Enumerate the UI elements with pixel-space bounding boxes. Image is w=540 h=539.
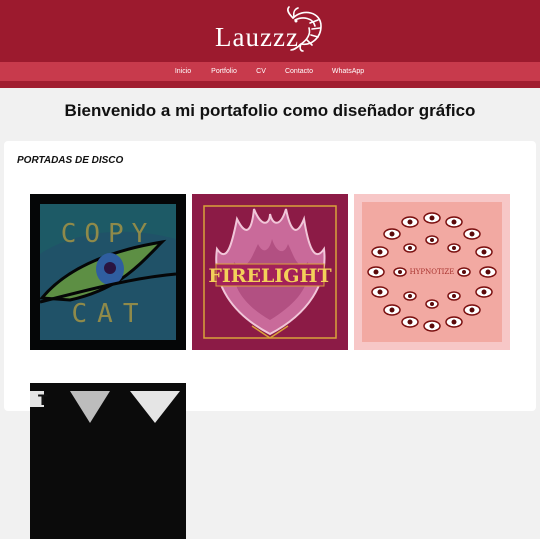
album-hypnotize[interactable]: HYPNOTIZE (354, 194, 510, 350)
nav-divider (0, 81, 540, 88)
main-nav: Inicio Portfolio CV Contacto WhatsApp (0, 62, 540, 81)
nav-inicio[interactable]: Inicio (175, 62, 191, 81)
nav-portfolio[interactable]: Portfolio (211, 62, 237, 81)
album-firelight[interactable]: FIRELIGHT (192, 194, 348, 350)
nav-whatsapp[interactable]: WhatsApp (332, 62, 364, 81)
copy-cat-cover-icon: COPY CAT (30, 194, 186, 350)
album-copy-cat[interactable]: COPY CAT (30, 194, 186, 350)
cover-text: T (38, 393, 48, 409)
cover-title: HYPNOTIZE (410, 268, 455, 276)
shrimp-icon (286, 6, 322, 52)
firelight-cover-icon: FIRELIGHT (192, 194, 348, 350)
nav-cv[interactable]: CV (256, 62, 266, 81)
page-title: Bienvenido a mi portafolio como diseñado… (64, 101, 476, 120)
cover-title: FIRELIGHT (208, 265, 331, 287)
cover-text-cat: CAT (72, 299, 149, 329)
cover-text-copy: COPY (61, 219, 156, 249)
nav-contacto[interactable]: Contacto (285, 62, 313, 81)
partial-cover-icon: T (30, 383, 186, 539)
hypnotize-cover-icon: HYPNOTIZE (354, 194, 510, 350)
section-title: PORTADAS DE DISCO (17, 155, 124, 166)
album-partial[interactable]: T (30, 383, 186, 539)
site-header: Lauzzz (0, 0, 540, 62)
portfolio-card: PORTADAS DE DISCO COPY CAT FIRELIGHT HYP… (4, 141, 536, 539)
